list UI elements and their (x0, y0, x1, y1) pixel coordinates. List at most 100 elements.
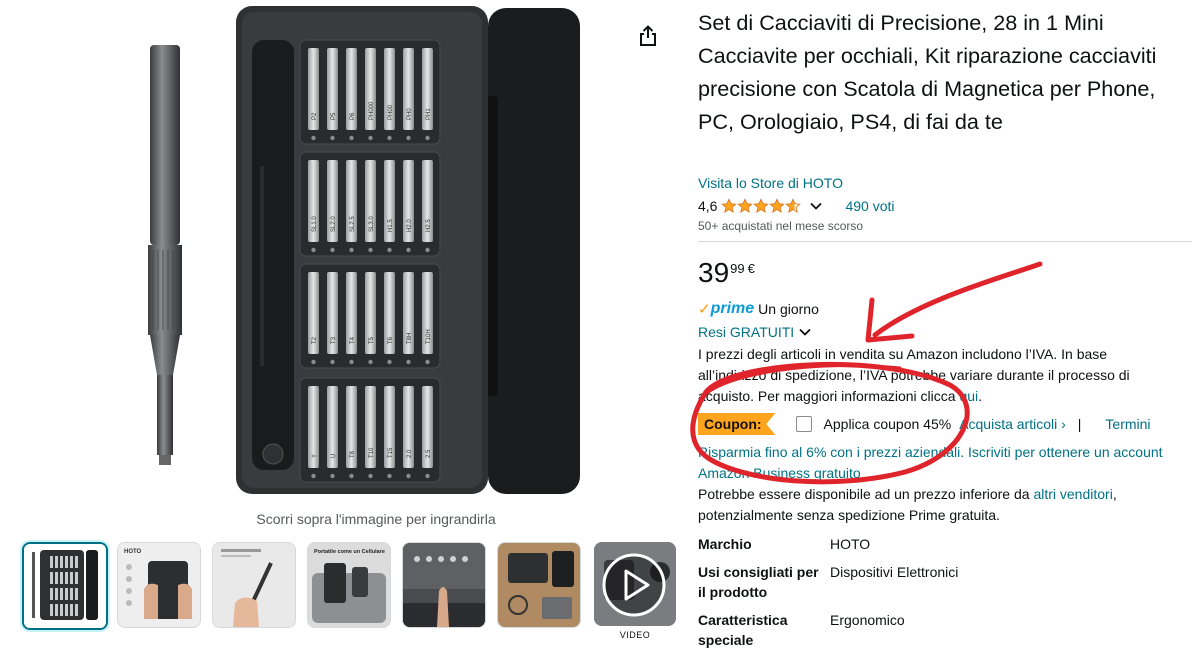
star-icon (769, 198, 786, 213)
bit-label: T2 (312, 336, 318, 344)
price: 39 99 € (698, 256, 755, 290)
bit-icon (425, 247, 430, 253)
bit-label: U (331, 454, 337, 458)
price-whole: 39 (698, 257, 730, 288)
bit-icon (425, 473, 430, 479)
free-returns-label: Resi GRATUITI (698, 324, 795, 340)
apply-coupon-label[interactable]: Applica coupon 45% (824, 416, 952, 432)
bit-icon (368, 473, 373, 479)
bit-icon (387, 247, 392, 253)
bit-icon (349, 135, 354, 141)
bit-icon (368, 135, 373, 141)
bit-label: PH00 (388, 104, 394, 120)
bit-label: P6 (350, 112, 356, 120)
thumbnail-3[interactable] (212, 542, 296, 628)
shop-items-link[interactable]: Acquista articoli › (959, 416, 1066, 432)
bit-icon (330, 135, 335, 141)
share-icon[interactable] (636, 24, 660, 48)
bit-label: P5 (331, 112, 337, 120)
bit-label: SL1.0 (312, 216, 318, 232)
bit-icon (406, 359, 411, 365)
bit-label: 2.5 (426, 449, 432, 458)
bit-label: T10 (369, 447, 375, 458)
bit-label: T3 (331, 336, 337, 344)
price-fraction: 99 (730, 261, 745, 276)
bit-label: SL2.0 (331, 216, 337, 232)
ratings-count-link[interactable]: 490 voti (845, 198, 894, 214)
vat-info-link[interactable]: qui (959, 388, 978, 404)
bit-label: P2 (312, 112, 318, 120)
bit-icon (425, 135, 430, 141)
thumbnail-video[interactable] (594, 542, 676, 626)
bit-label: 2.0 (407, 449, 413, 458)
thumbnail-kit-image (24, 544, 106, 628)
prime-logo: prime (710, 300, 755, 317)
other-sellers-link[interactable]: altri venditori (1033, 486, 1112, 502)
bit-label: T15 (388, 447, 394, 458)
spec-row-brand: Marchio HOTO (698, 534, 870, 554)
star-icon (785, 198, 802, 213)
spec-key: Usi consigliati per il prodotto (698, 564, 819, 600)
bit-label: H1.5 (388, 219, 394, 232)
coupon-badge: Coupon: (698, 413, 776, 435)
spec-row-usage: Usi consigliati per il prodotto Disposit… (698, 562, 958, 602)
bit-icon (368, 247, 373, 253)
bit-label: Y (312, 454, 318, 458)
bit-icon (311, 135, 316, 141)
video-label: VIDEO (619, 630, 651, 640)
spec-row-feature: Caratteristica speciale Ergonomico (698, 610, 905, 650)
chevron-down-icon[interactable] (809, 199, 823, 213)
free-returns-link[interactable]: Resi GRATUITI (698, 324, 812, 340)
bit-label: T10H (426, 329, 432, 344)
coupon-terms-link[interactable]: Termini (1105, 416, 1150, 432)
star-rating[interactable] (721, 198, 802, 214)
thumbnail-1[interactable] (22, 542, 108, 630)
bit-label: T6 (388, 336, 394, 344)
spec-value: Dispositivi Elettronici (830, 564, 959, 580)
spec-value: Ergonomico (830, 612, 905, 628)
star-icon (737, 198, 754, 213)
prime-check-icon: ✓ (698, 301, 711, 318)
bit-icon (311, 359, 316, 365)
rating-row: 4,6 490 voti (698, 196, 895, 216)
bit-label: SL3.0 (369, 216, 375, 232)
business-pricing-link[interactable]: Risparmia fino al 6% con i prezzi aziend… (698, 442, 1178, 484)
thumbnail-5[interactable] (402, 542, 486, 628)
bit-label: T5 (369, 336, 375, 344)
bought-last-month: 50+ acquistati nel mese scorso (698, 219, 864, 233)
separator: | (1077, 416, 1082, 432)
bit-label: SL2.5 (350, 216, 356, 232)
store-link[interactable]: Visita lo Store di HOTO (698, 175, 843, 191)
spec-key: Marchio (698, 536, 752, 552)
bit-icon (387, 359, 392, 365)
bit-icon (387, 135, 392, 141)
bit-icon (349, 247, 354, 253)
coupon-row: Coupon: Applica coupon 45% Acquista arti… (698, 412, 1178, 436)
thumbnail-6[interactable] (497, 542, 581, 628)
bit-icon (311, 247, 316, 253)
vat-notice: I prezzi degli articoli in vendita su Am… (698, 346, 1130, 404)
bit-icon (311, 473, 316, 479)
bit-label: H2.5 (426, 219, 432, 232)
bit-label: PH0 (407, 108, 413, 120)
bit-icon (425, 359, 430, 365)
thumbnail-4[interactable]: Portatile come un Cellulare (307, 542, 391, 628)
thumbnail-2[interactable]: HOTO (117, 542, 201, 628)
case-image: P2 P5 P6 PH000 PH00 PH0 PH1 SL1.0 SL2.0 SL2.5 SL3.… (236, 6, 580, 494)
play-video-icon[interactable] (601, 553, 667, 617)
bit-icon (406, 135, 411, 141)
bit-label: PH1 (426, 108, 432, 120)
price-currency: € (747, 261, 755, 276)
rating-value: 4,6 (698, 198, 718, 214)
bit-icon (406, 473, 411, 479)
other-sellers-notice: Potrebbe essere disponibile ad un prezzo… (698, 486, 1117, 523)
apply-coupon-checkbox[interactable] (795, 416, 812, 432)
star-icon (721, 198, 738, 213)
bit-icon (349, 473, 354, 479)
bit-label: T8 (350, 450, 356, 458)
chevron-down-icon (799, 328, 811, 336)
bit-label: T8H (407, 333, 413, 344)
hover-zoom-hint: Scorri sopra l'immagine per ingrandirla (256, 511, 496, 527)
bit-icon (406, 247, 411, 253)
bit-icon (330, 247, 335, 253)
